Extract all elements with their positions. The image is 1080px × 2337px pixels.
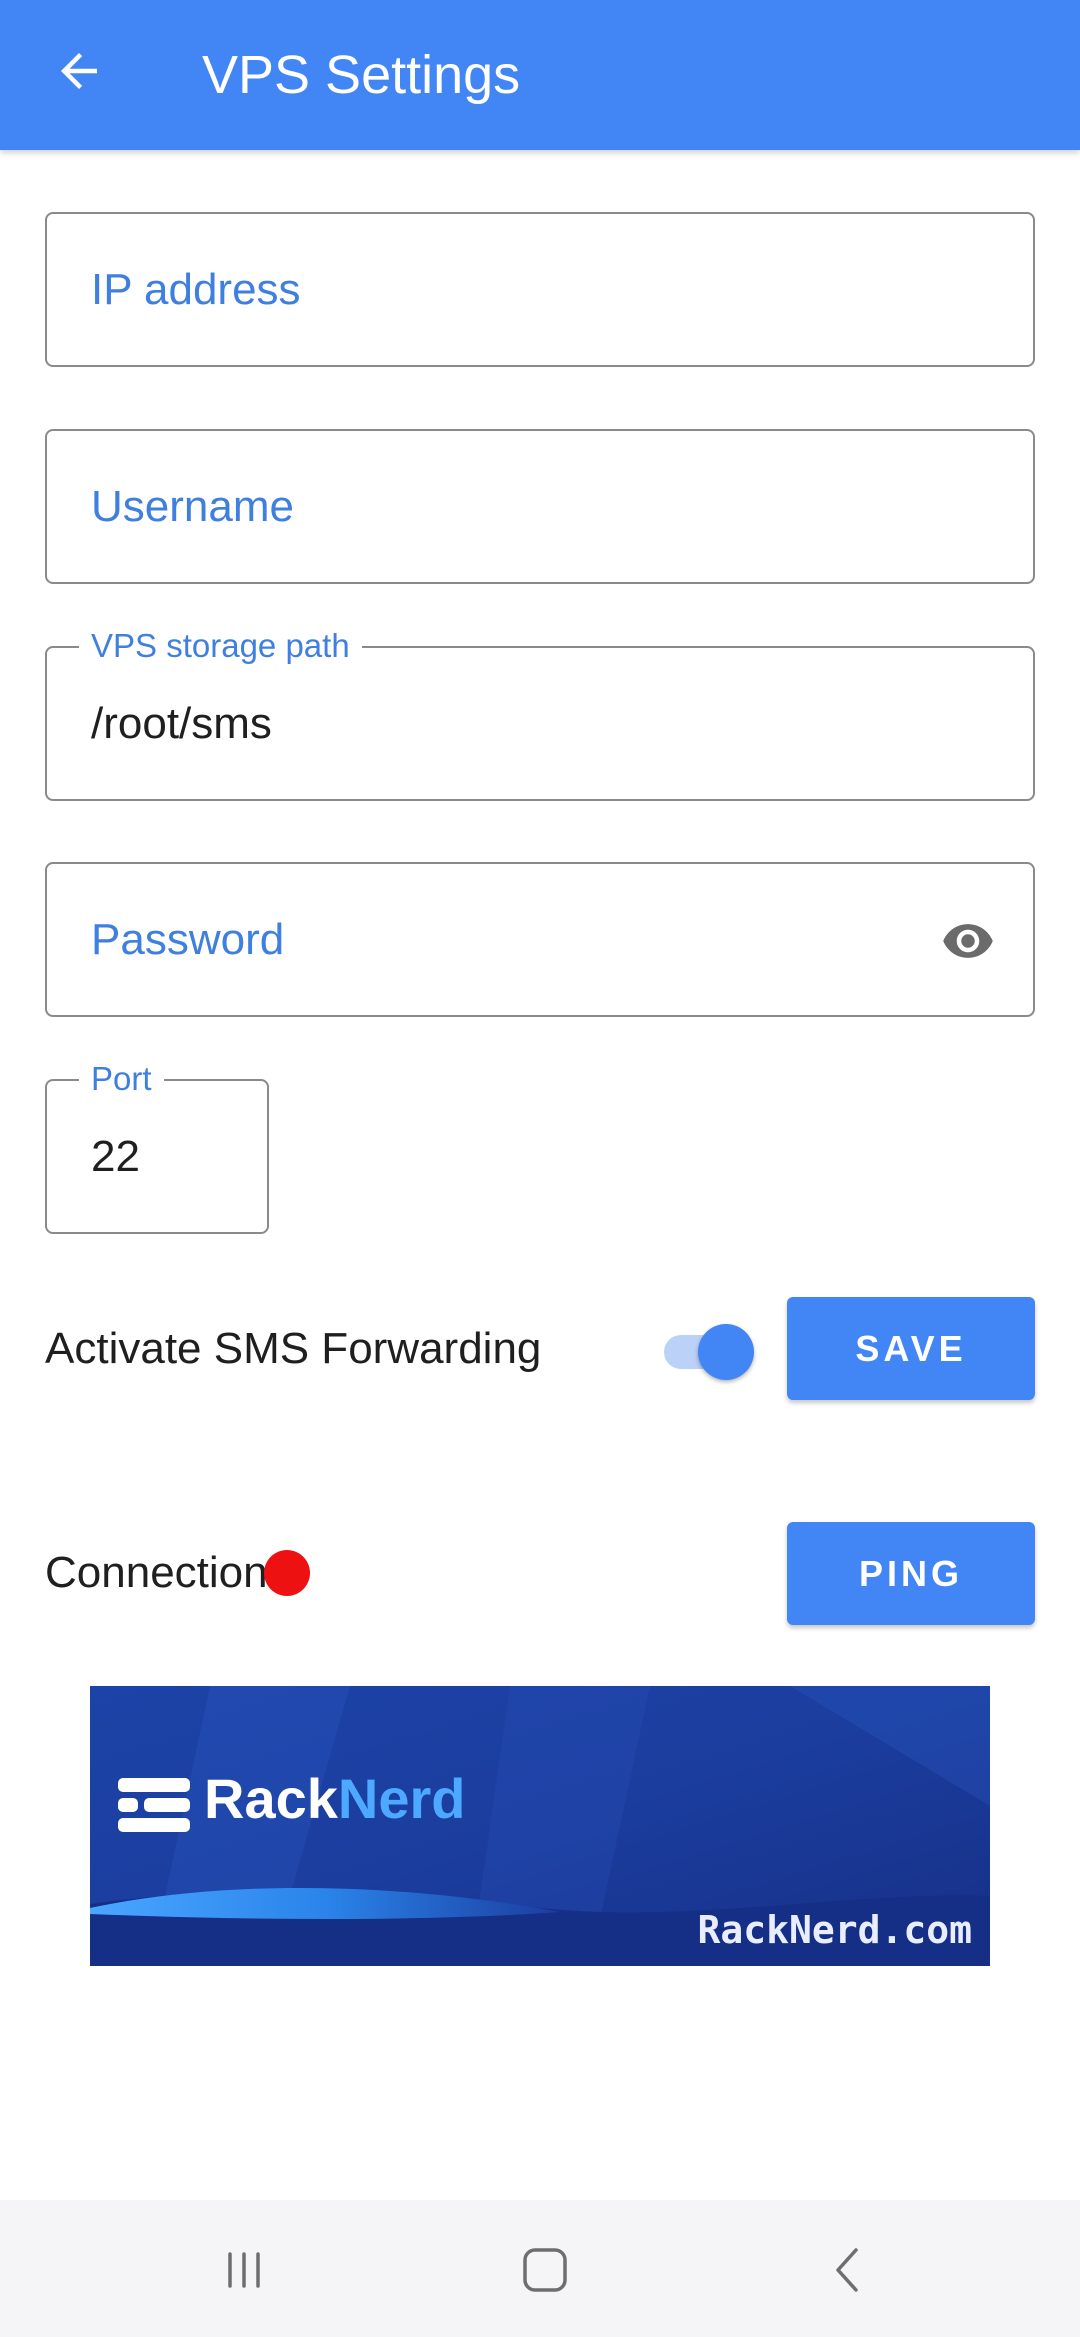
save-button[interactable]: SAVE <box>787 1297 1035 1400</box>
sms-forwarding-label: Activate SMS Forwarding <box>45 1324 542 1373</box>
page-title: VPS Settings <box>202 45 521 105</box>
port-value: 22 <box>91 1131 140 1181</box>
password-placeholder: Password <box>91 914 285 964</box>
banner-domain: RackNerd.com <box>697 1908 972 1952</box>
home-icon[interactable] <box>515 2240 575 2300</box>
arrow-left-icon[interactable] <box>52 44 106 98</box>
username-field[interactable]: Username <box>45 429 1035 584</box>
toggle-thumb <box>698 1324 754 1380</box>
port-field[interactable]: Port 22 <box>45 1059 269 1234</box>
connection-label: Connection <box>45 1548 268 1597</box>
ping-button[interactable]: PING <box>787 1522 1035 1625</box>
storage-path-value: /root/sms <box>91 698 272 748</box>
ip-address-field[interactable]: IP address <box>45 212 1035 367</box>
ip-address-placeholder: IP address <box>91 264 301 314</box>
eye-icon[interactable] <box>935 914 1001 968</box>
username-placeholder: Username <box>91 481 294 531</box>
connection-status-dot <box>264 1550 310 1596</box>
racknerd-banner[interactable]: RackNerd RackNerd.com <box>90 1686 990 1966</box>
recents-icon[interactable] <box>214 2240 274 2300</box>
app-bar: VPS Settings <box>0 0 1080 150</box>
banner-brand: RackNerd <box>204 1767 466 1830</box>
storage-path-field[interactable]: VPS storage path /root/sms <box>45 626 1035 801</box>
system-nav-bar <box>0 2200 1080 2337</box>
sms-forwarding-toggle[interactable] <box>662 1318 758 1380</box>
nav-back-icon[interactable] <box>818 2240 878 2300</box>
password-field[interactable]: Password <box>45 862 1035 1017</box>
